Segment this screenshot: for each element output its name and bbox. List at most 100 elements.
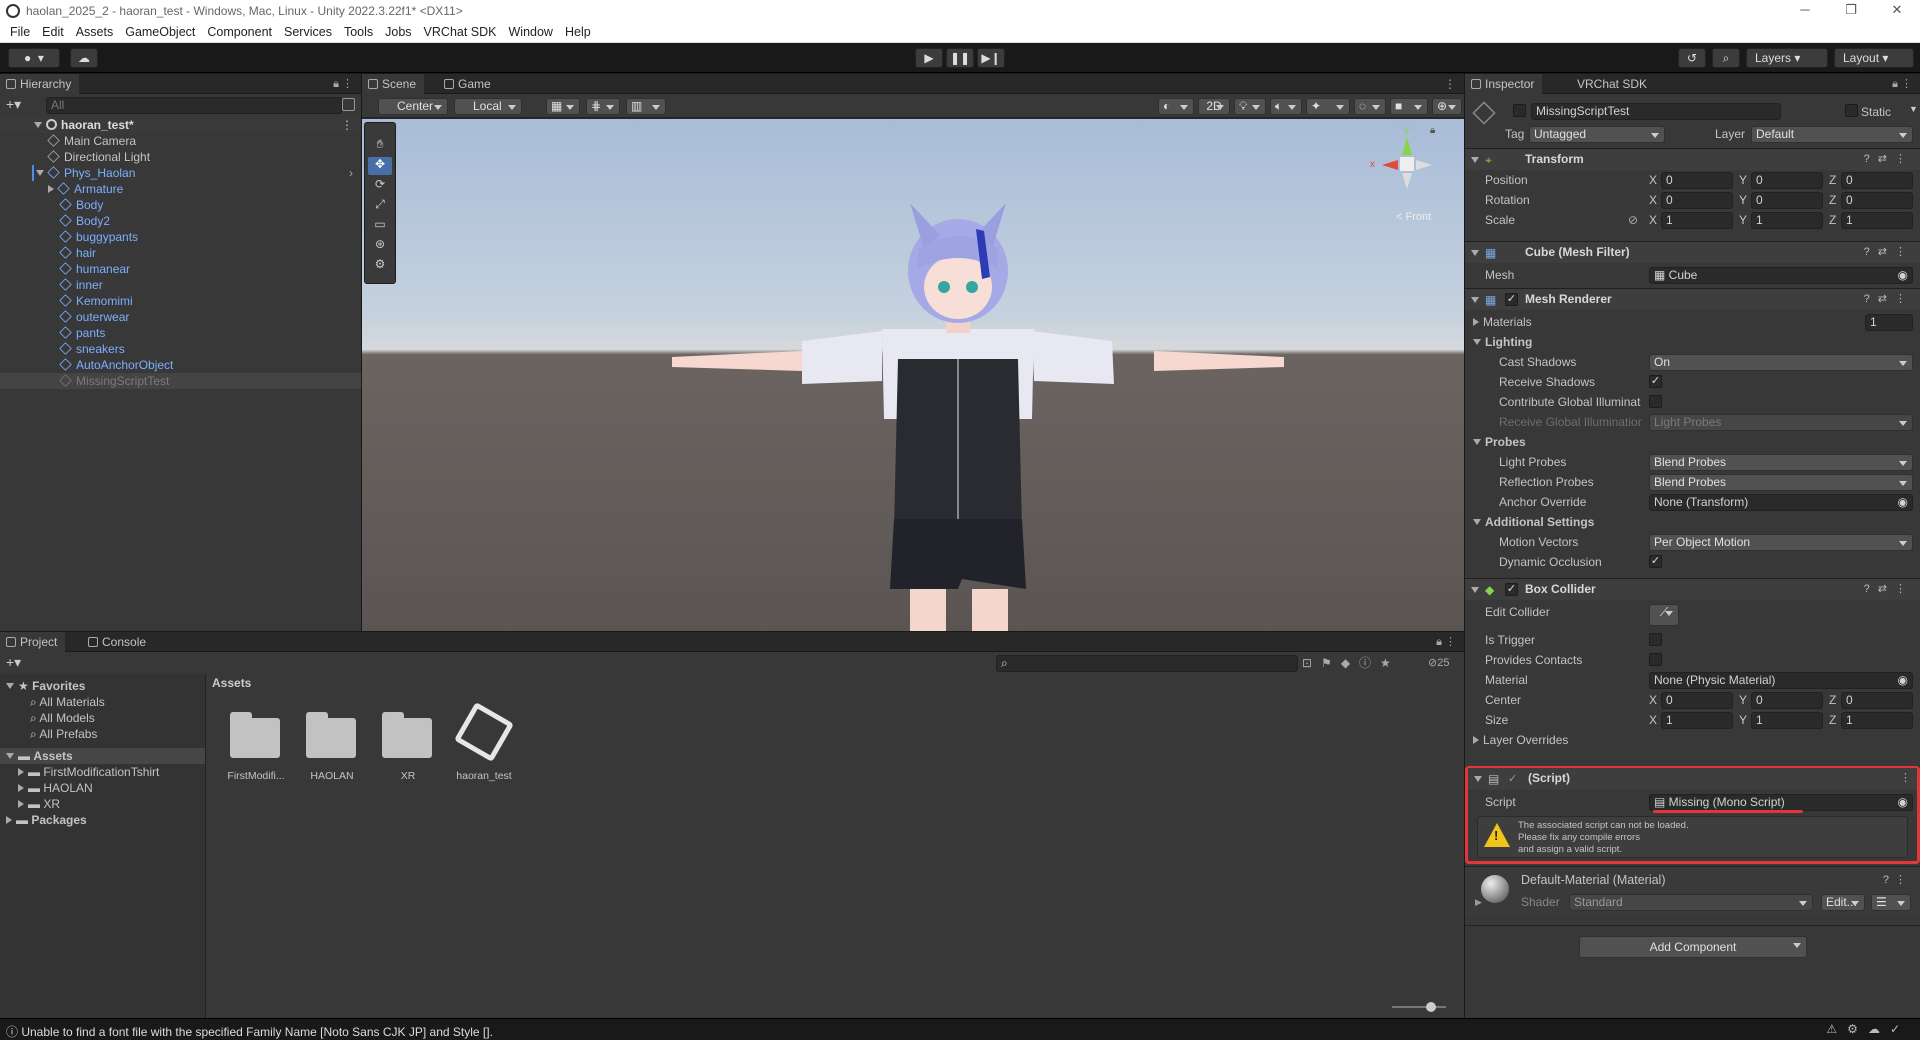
lighting-foldout[interactable]: Lighting: [1473, 334, 1532, 350]
vector-z-field[interactable]: 1: [1841, 712, 1913, 729]
component-menu-icons[interactable]: ?⇄⋮: [1864, 292, 1914, 305]
object-picker-icon[interactable]: ◉: [1898, 495, 1908, 510]
zoom-slider[interactable]: [1392, 1002, 1446, 1012]
layout-dropdown[interactable]: Layout ▾: [1834, 48, 1914, 68]
mesh-renderer-enabled-checkbox[interactable]: ✓: [1505, 293, 1518, 306]
tab-game[interactable]: Game: [438, 74, 499, 94]
collapse-arrow-icon[interactable]: [1473, 736, 1479, 744]
expand-arrow-icon[interactable]: [6, 753, 14, 759]
hierarchy-item[interactable]: Main Camera: [0, 133, 361, 149]
material-foldout-arrow-icon[interactable]: ▶: [1475, 897, 1482, 908]
probes-foldout[interactable]: Probes: [1473, 434, 1526, 450]
object-picker-icon[interactable]: ◉: [1898, 268, 1908, 283]
collapse-arrow-icon[interactable]: [18, 768, 24, 776]
hidden-count-badge[interactable]: ⊘25: [1428, 656, 1449, 669]
vector-y-field[interactable]: 0: [1751, 192, 1823, 209]
additional-settings-foldout[interactable]: Additional Settings: [1473, 514, 1594, 530]
lighting-toggle-icon[interactable]: 💡︎: [1234, 98, 1266, 115]
component-menu-icons[interactable]: ?⇄⋮: [1864, 245, 1914, 258]
expand-arrow-icon[interactable]: [1471, 587, 1479, 593]
dynamic-occlusion-checkbox[interactable]: ✓: [1649, 555, 1662, 568]
hierarchy-item[interactable]: Directional Light: [0, 149, 361, 165]
menu-gameobject[interactable]: GameObject: [119, 25, 201, 39]
hierarchy-item[interactable]: inner: [0, 277, 361, 293]
active-checkbox[interactable]: [1513, 104, 1526, 117]
gizmo-y-axis-icon[interactable]: [1402, 137, 1412, 155]
close-icon[interactable]: ✕: [1874, 0, 1920, 22]
rect-tool-icon[interactable]: ▭: [368, 217, 392, 235]
hand-tool-icon[interactable]: ✋︎: [368, 137, 392, 155]
chevron-right-icon[interactable]: ›: [349, 165, 353, 181]
box-collider-component-header[interactable]: ◆ ✓ Box Collider ?⇄⋮: [1465, 578, 1920, 600]
hierarchy-item[interactable]: MissingScriptTest: [0, 373, 361, 389]
search-filter-icon[interactable]: [342, 98, 355, 111]
maximize-icon[interactable]: ❐: [1828, 0, 1874, 22]
vector-z-field[interactable]: 0: [1841, 692, 1913, 709]
cast-shadows-dropdown[interactable]: On: [1649, 354, 1913, 371]
more-icon[interactable]: ⋮: [341, 117, 353, 133]
ruler-dropdown[interactable]: ▥: [626, 98, 666, 115]
expand-arrow-icon[interactable]: [36, 170, 44, 176]
vector-x-field[interactable]: 0: [1661, 192, 1733, 209]
cloud-icon[interactable]: ☁: [70, 48, 98, 68]
move-tool-icon[interactable]: ✥: [368, 157, 392, 175]
gizmos-dropdown[interactable]: ⊕: [1432, 98, 1462, 115]
vector-x-field[interactable]: 1: [1661, 212, 1733, 229]
scale-tool-icon[interactable]: ⤢: [368, 197, 392, 215]
favorite-item[interactable]: ⌕ All Models: [0, 710, 205, 726]
transform-tool-icon[interactable]: ⊛: [368, 237, 392, 255]
add-component-button[interactable]: Add Component: [1579, 936, 1807, 958]
expand-arrow-icon[interactable]: [1471, 250, 1479, 256]
expand-arrow-icon[interactable]: [34, 122, 42, 128]
script-component-header[interactable]: ▤ ✓ (Script) ⋮: [1468, 768, 1917, 790]
hierarchy-item[interactable]: Kemomimi: [0, 293, 361, 309]
assets-root[interactable]: ▬ Assets: [0, 748, 205, 764]
menu-assets[interactable]: Assets: [70, 25, 120, 39]
materials-foldout[interactable]: Materials: [1473, 314, 1532, 330]
expand-arrow-icon[interactable]: [1474, 776, 1482, 782]
vector-x-field[interactable]: 0: [1661, 172, 1733, 189]
mesh-renderer-component-header[interactable]: ▦ ✓ Mesh Renderer ?⇄⋮: [1465, 288, 1920, 310]
search-icon[interactable]: ⌕: [1712, 48, 1740, 68]
expand-arrow-icon[interactable]: [6, 683, 14, 689]
collapse-arrow-icon[interactable]: [18, 800, 24, 808]
expand-arrow-icon[interactable]: [1473, 339, 1481, 345]
gizmo-x-axis-icon[interactable]: [1382, 160, 1398, 170]
tab-scene[interactable]: Scene: [362, 74, 425, 94]
favorite-item[interactable]: ⌕ All Materials: [0, 694, 205, 710]
collider-material-field[interactable]: None (Physic Material) ◉: [1649, 672, 1913, 689]
pause-button[interactable]: ❚❚: [946, 48, 974, 68]
expand-arrow-icon[interactable]: [1471, 157, 1479, 163]
asset-item[interactable]: FirstModifi...: [220, 706, 292, 802]
menu-vrchat-sdk[interactable]: VRChat SDK: [418, 25, 503, 39]
audio-toggle-icon[interactable]: 🔈︎: [1270, 98, 1302, 115]
is-trigger-checkbox[interactable]: [1649, 633, 1662, 646]
play-button[interactable]: ▶: [915, 48, 943, 68]
pivot-local-dropdown[interactable]: Local: [454, 98, 522, 115]
mesh-field[interactable]: ▦ Cube ◉: [1649, 267, 1913, 284]
create-icon[interactable]: +▾: [6, 654, 21, 671]
asset-item[interactable]: haoran_test: [448, 701, 520, 802]
asset-folder-item[interactable]: ▬ XR: [0, 796, 205, 812]
menu-window[interactable]: Window: [503, 25, 559, 39]
step-button[interactable]: ▶❙: [977, 48, 1005, 68]
more-icon[interactable]: ⋮: [1444, 77, 1456, 91]
account-button[interactable]: ● ▾: [8, 48, 60, 68]
project-breadcrumb[interactable]: Assets: [212, 676, 251, 690]
menu-help[interactable]: Help: [559, 25, 597, 39]
menu-jobs[interactable]: Jobs: [379, 25, 417, 39]
object-picker-icon[interactable]: ◉: [1898, 795, 1908, 810]
box-collider-enabled-checkbox[interactable]: ✓: [1505, 583, 1518, 596]
component-menu-icons[interactable]: ?⇄⋮: [1864, 152, 1914, 165]
lock-icon[interactable]: 🔒︎ ⋮: [1892, 77, 1912, 91]
edit-collider-button[interactable]: ⟋: [1649, 604, 1679, 626]
expand-arrow-icon[interactable]: [1471, 297, 1479, 303]
collapse-arrow-icon[interactable]: [18, 784, 24, 792]
hierarchy-item[interactable]: hair: [0, 245, 361, 261]
hierarchy-item[interactable]: outerwear: [0, 309, 361, 325]
vector-z-field[interactable]: 0: [1841, 172, 1913, 189]
hierarchy-item[interactable]: sneakers: [0, 341, 361, 357]
vector-y-field[interactable]: 0: [1751, 692, 1823, 709]
object-picker-icon[interactable]: ◉: [1898, 673, 1908, 688]
hierarchy-item[interactable]: Phys_Haolan ›: [0, 165, 361, 181]
